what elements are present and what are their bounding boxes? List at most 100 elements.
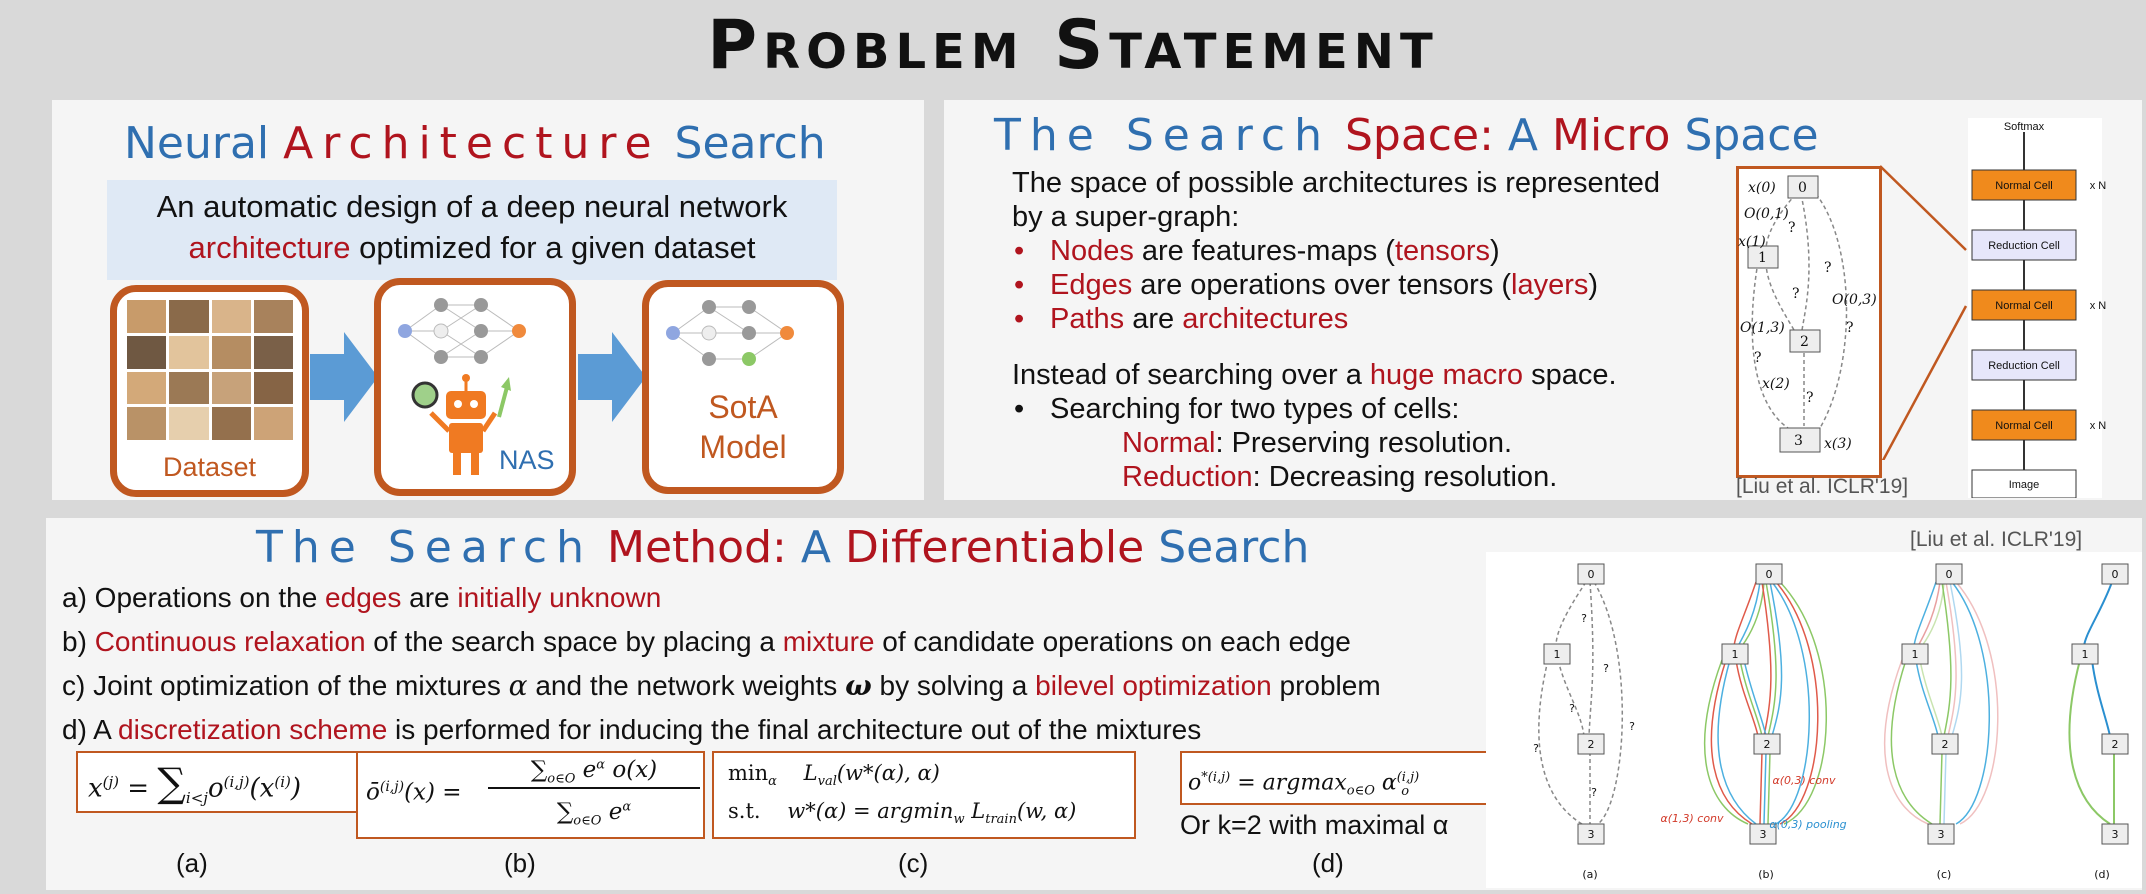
normal-cell-label: Normal Cell xyxy=(1995,420,2052,432)
reduction-text: Reduction: Decreasing resolution. xyxy=(1122,461,1558,493)
eq-caption: (d) xyxy=(1312,848,1344,878)
svg-text:?: ? xyxy=(1788,220,1796,236)
model-label: SotA Model xyxy=(699,389,787,465)
svg-text:0: 0 xyxy=(1946,568,1953,581)
graph-node-label: 1 xyxy=(1758,250,1767,266)
model-box: SotA Model xyxy=(642,280,844,494)
darts-figure-drawing: 0 1 2 3 ?????? 0 1 2 3 0 1 2 3 0 1 2 3 α… xyxy=(1533,563,2129,881)
instead-text: Instead of searching over a huge macro s… xyxy=(1012,359,1617,391)
method-line-a: a) Operations on the edges are initially… xyxy=(62,582,662,613)
svg-text:3: 3 xyxy=(2112,828,2119,841)
svg-text:1: 1 xyxy=(1554,648,1561,661)
svg-text:?: ? xyxy=(1629,720,1635,733)
cell-caption: (b) xyxy=(1758,868,1774,881)
list-item: Paths are architectures xyxy=(1012,302,1672,336)
normal-cell-label: Normal Cell xyxy=(1995,300,2052,312)
svg-text:3: 3 xyxy=(1588,828,1595,841)
graph-label: x(0) xyxy=(1748,180,1776,196)
dataset-box: Dataset xyxy=(110,285,309,497)
svg-text:?: ? xyxy=(1792,286,1800,302)
network-icon xyxy=(398,298,526,364)
method-citation: [Liu et al. ICLR'19] xyxy=(1910,528,2083,551)
graph-label: x(1) xyxy=(1738,234,1766,250)
cell-caption: (c) xyxy=(1937,868,1952,881)
nas-heading: Neural Architecture Search xyxy=(124,118,826,169)
svg-text:?: ? xyxy=(1603,662,1609,675)
reduction-cell-label: Reduction Cell xyxy=(1988,360,2060,372)
svg-text:?: ? xyxy=(1824,260,1832,276)
nas-definition: An automatic design of a deep neural net… xyxy=(107,180,837,280)
super-graph-drawing: 0 1 2 3 x(0) x(1) x(2) x(3) O(0,1) O(0,3… xyxy=(1738,175,1877,453)
equation-c: minα Lval(w*(α), α) s.t. w*(α) = argminw… xyxy=(712,751,1136,839)
eq-caption: (a) xyxy=(176,848,208,878)
svg-text:x N: x N xyxy=(2090,420,2107,432)
equation-a: x(j) = ∑i<jo(i,j)(x(i)) xyxy=(76,751,358,813)
pooling-label: α(0,3) pooling xyxy=(1769,818,1846,831)
equation-b: ō(i,j)(x) = ∑o∈O eα o(x) ∑o∈O eα xyxy=(356,751,705,839)
conv-label: α(1,3) conv xyxy=(1660,812,1724,825)
space-panel: The Search Space: A Micro Space The spac… xyxy=(944,100,2142,500)
method-line-c: c) Joint optimization of the mixtures α … xyxy=(62,669,1381,702)
method-text: a) Operations on the edges are initially… xyxy=(62,576,1492,752)
dataset-images xyxy=(127,300,293,440)
svg-text:?: ? xyxy=(1569,702,1575,715)
graph-label: O(0,1) xyxy=(1744,206,1789,222)
eq-caption: (c) xyxy=(898,848,929,878)
eq-caption: (b) xyxy=(504,848,536,878)
graph-node-label: 0 xyxy=(1798,180,1807,196)
nas-box: NAS xyxy=(374,278,576,496)
method-heading: The Search Method: A Differentiable Sear… xyxy=(256,522,1310,573)
normal-cell-label: Normal Cell xyxy=(1995,180,2052,192)
svg-text:3: 3 xyxy=(1938,828,1945,841)
space-bullets: Nodes are features-maps (tensors) Edges … xyxy=(1012,234,1672,336)
space-heading: The Search Space: A Micro Space xyxy=(994,110,1819,161)
svg-text:1: 1 xyxy=(1912,648,1919,661)
nas-label: NAS xyxy=(499,445,555,475)
cell-caption: (d) xyxy=(2094,868,2110,881)
conv-label: α(0,3) conv xyxy=(1772,774,1836,787)
eq-d-note: Or k=2 with maximal α xyxy=(1180,810,1449,840)
cell-stack-drawing: Softmax Normal Cell Reduction Cell Norma… xyxy=(1971,121,2107,498)
svg-text:3: 3 xyxy=(1760,828,1767,841)
method-line-b: b) Continuous relaxation of the search s… xyxy=(62,626,1351,657)
zoom-lines xyxy=(1880,165,1968,460)
softmax-label: Softmax xyxy=(2004,121,2045,133)
svg-text:2: 2 xyxy=(1764,738,1771,751)
svg-text:1: 1 xyxy=(2082,648,2089,661)
graph-label: x(3) xyxy=(1824,436,1852,452)
cell-caption: (a) xyxy=(1582,868,1597,881)
method-line-d: d) A discretization scheme is performed … xyxy=(62,714,1202,745)
svg-text:?: ? xyxy=(1581,612,1587,625)
list-item: Edges are operations over tensors (layer… xyxy=(1012,268,1672,302)
reduction-cell-label: Reduction Cell xyxy=(1988,240,2060,252)
image-label: Image xyxy=(2009,479,2040,491)
graph-label: x(2) xyxy=(1762,376,1790,392)
graph-label: O(1,3) xyxy=(1740,320,1785,336)
svg-text:0: 0 xyxy=(1588,568,1595,581)
svg-text:?: ? xyxy=(1806,390,1814,406)
svg-text:0: 0 xyxy=(2112,568,2119,581)
svg-text:?: ? xyxy=(1754,350,1762,366)
arrow-icon xyxy=(310,332,378,422)
svg-text:0: 0 xyxy=(1766,568,1773,581)
graph-node-label: 3 xyxy=(1794,433,1803,449)
svg-text:2: 2 xyxy=(2112,738,2119,751)
list-item: Nodes are features-maps (tensors) xyxy=(1012,234,1672,268)
svg-text:x N: x N xyxy=(2090,300,2107,312)
page-title: Problem Statement xyxy=(707,6,1439,85)
svg-text:x N: x N xyxy=(2090,180,2107,192)
list-item: Searching for two types of cells: xyxy=(1012,392,1672,426)
svg-text:2: 2 xyxy=(1942,738,1949,751)
nas-panel: Neural Architecture Search An automatic … xyxy=(52,100,924,500)
dataset-label: Dataset xyxy=(162,452,257,482)
arrow-icon xyxy=(578,332,646,422)
svg-text:1: 1 xyxy=(1732,648,1739,661)
network-icon xyxy=(666,300,794,366)
equation-d: o*(i,j) = argmaxo∈O α(i,j)o xyxy=(1180,751,1488,805)
svg-text:?: ? xyxy=(1846,320,1854,336)
svg-text:?: ? xyxy=(1533,742,1539,755)
space-text: The space of possible architectures is r… xyxy=(1012,166,1672,494)
method-panel: The Search Method: A Differentiable Sear… xyxy=(46,518,2142,890)
graph-node-label: 2 xyxy=(1800,334,1809,350)
space-citation: [Liu et al. ICLR'19] xyxy=(1736,475,1909,498)
